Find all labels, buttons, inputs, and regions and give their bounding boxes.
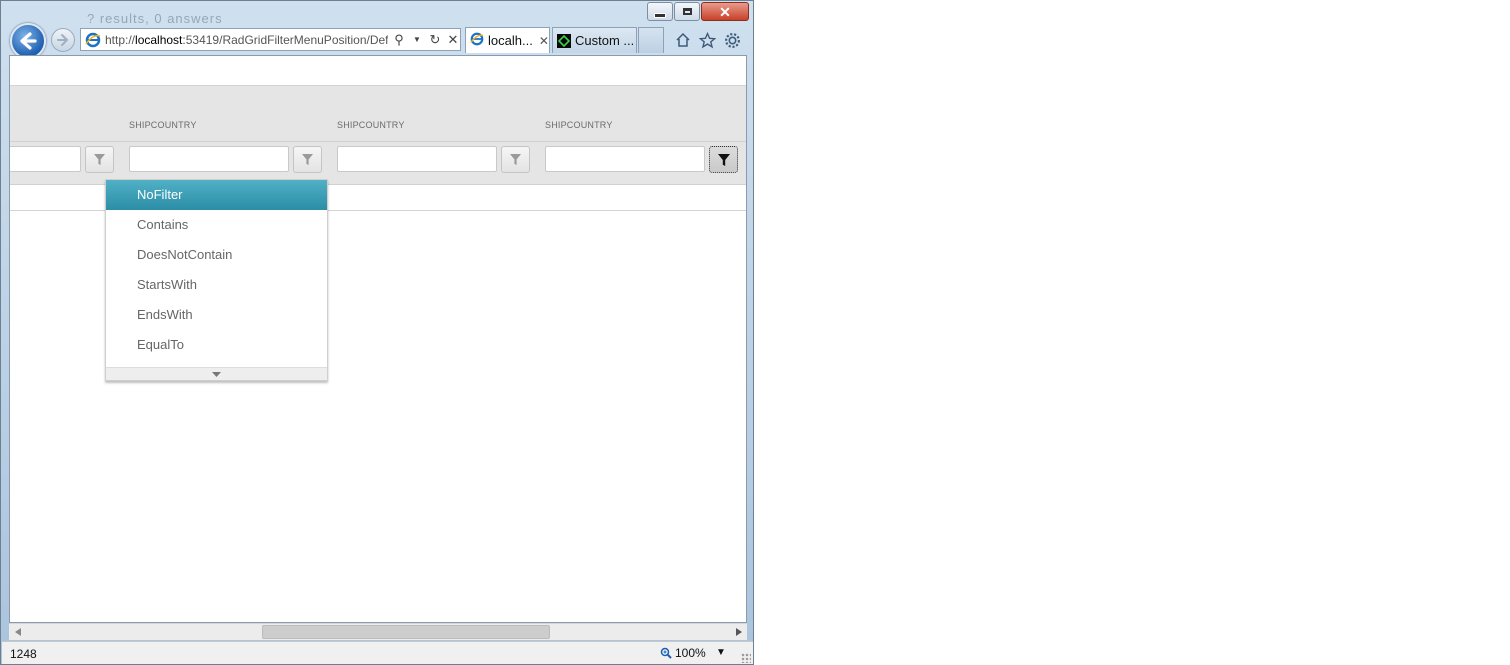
filter-option-startswith[interactable]: StartsWith <box>106 270 327 300</box>
zoom-level: 100% <box>675 646 706 660</box>
filter-input[interactable] <box>10 146 81 172</box>
scrollbar-thumb[interactable] <box>262 625 550 639</box>
status-bar: 1248 100% ▼ <box>2 641 753 664</box>
address-tools: ⚲ ▼ ↻ ✕ <box>392 32 460 48</box>
filter-button[interactable] <box>501 146 530 173</box>
tab-custom[interactable]: Custom ... <box>552 27 637 53</box>
favorites-star-icon[interactable] <box>698 31 716 49</box>
scroll-right-icon[interactable] <box>730 624 747 640</box>
tab-close-icon[interactable]: ✕ <box>539 34 549 48</box>
column-header-shipcountry[interactable]: SHIPCOUNTRY <box>545 120 613 130</box>
filter-option-contains[interactable]: Contains <box>106 210 327 240</box>
url-prefix: http:// <box>105 32 136 47</box>
tab-label: localh... <box>488 33 533 48</box>
zoom-dropdown-icon[interactable]: ▼ <box>716 647 726 658</box>
home-icon[interactable] <box>674 31 692 49</box>
filter-menu: NoFilter Contains DoesNotContain StartsW… <box>105 179 328 381</box>
ie-tab-icon <box>470 32 484 49</box>
filter-option-doesnotcontain[interactable]: DoesNotContain <box>106 240 327 270</box>
title-bar: ? results, 0 answers ✕ <box>1 1 753 26</box>
close-icon: ✕ <box>719 3 731 20</box>
filter-button-active[interactable] <box>709 146 738 173</box>
scroll-down-arrow-icon <box>212 371 221 377</box>
filter-funnel-icon <box>510 154 521 165</box>
stop-icon[interactable]: ✕ <box>446 32 460 48</box>
filter-input[interactable] <box>337 146 497 172</box>
page-viewport: SHIPCOUNTRY SHIPCOUNTRY SHIPCOUNTRY NoFi… <box>9 55 747 623</box>
search-icon[interactable]: ⚲ <box>392 32 406 48</box>
forward-button[interactable] <box>51 28 75 52</box>
back-button[interactable] <box>10 23 46 59</box>
tab-localhost[interactable]: localh... ✕ <box>465 27 550 53</box>
maximize-icon <box>682 8 692 15</box>
url-text[interactable]: http://localhost:53419/RadGridFilterMenu… <box>105 33 388 47</box>
url-path: :53419/RadGridFilterMenuPosition/Def <box>182 32 388 47</box>
url-host: localhost <box>135 32 183 47</box>
column-header-shipcountry[interactable]: SHIPCOUNTRY <box>129 120 197 130</box>
gear-icon[interactable] <box>723 31 741 49</box>
filter-funnel-icon <box>94 154 105 165</box>
tab-label: Custom ... <box>575 33 635 48</box>
new-tab-button[interactable] <box>638 27 664 53</box>
minimize-icon <box>654 13 666 18</box>
menu-scroll-down[interactable] <box>106 367 327 380</box>
filter-funnel-icon <box>717 153 730 166</box>
zoom-control[interactable]: 100% <box>660 646 706 660</box>
column-header-shipcountry[interactable]: SHIPCOUNTRY <box>337 120 405 130</box>
filter-button[interactable] <box>293 146 322 173</box>
scroll-left-icon[interactable] <box>9 624 26 640</box>
forward-arrow-icon <box>57 34 69 46</box>
back-arrow-icon <box>20 32 37 50</box>
browser-window: ? results, 0 answers ✕ http://localhost:… <box>0 0 754 665</box>
close-window-button[interactable]: ✕ <box>701 2 749 21</box>
navigation-bar: http://localhost:53419/RadGridFilterMenu… <box>1 23 753 59</box>
filter-button[interactable] <box>85 146 114 173</box>
filter-option-nofilter[interactable]: NoFilter <box>106 180 327 210</box>
filter-option-endswith[interactable]: EndsWith <box>106 300 327 330</box>
minimize-button[interactable] <box>647 2 673 21</box>
horizontal-scrollbar[interactable] <box>9 623 747 640</box>
filter-input[interactable] <box>545 146 705 172</box>
maximize-button[interactable] <box>674 2 700 21</box>
filter-input[interactable] <box>129 146 289 172</box>
ie-page-icon <box>85 32 101 48</box>
dropdown-arrow-icon[interactable]: ▼ <box>410 35 424 44</box>
resize-grip-icon[interactable] <box>741 653 751 663</box>
filter-option-equalto[interactable]: EqualTo <box>106 330 327 360</box>
site-favicon-icon <box>557 33 571 48</box>
address-bar[interactable]: http://localhost:53419/RadGridFilterMenu… <box>80 28 461 51</box>
filter-funnel-icon <box>302 154 313 165</box>
grid-group-panel <box>10 85 746 110</box>
status-text: 1248 <box>10 647 37 661</box>
refresh-icon[interactable]: ↻ <box>428 32 442 48</box>
zoom-icon <box>660 647 672 659</box>
